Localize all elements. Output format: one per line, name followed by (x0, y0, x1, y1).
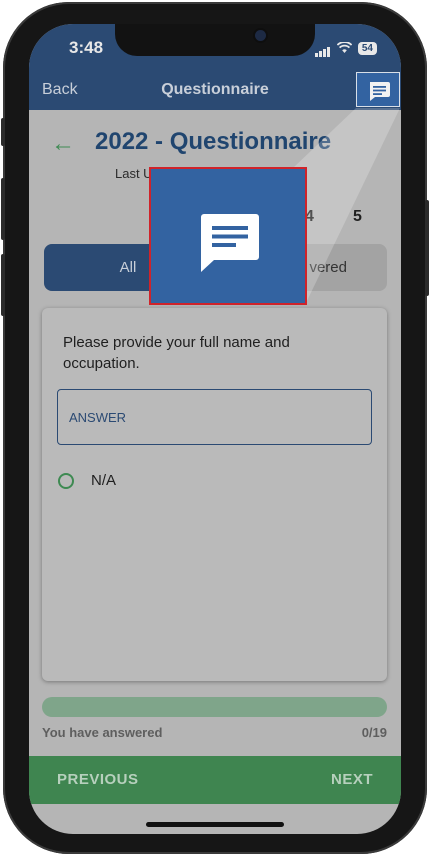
na-option[interactable]: N/A (58, 472, 116, 489)
next-button[interactable]: NEXT (331, 771, 373, 788)
tab-answered[interactable]: vered (309, 244, 347, 291)
notch (115, 24, 315, 56)
volume-down-button (1, 254, 5, 316)
progress-count: 0/19 (361, 725, 387, 740)
progress-bar (42, 697, 387, 717)
question-text: Please provide your full name and occupa… (63, 334, 290, 372)
status-time: 3:48 (69, 38, 104, 57)
last-updated-start: Last U (115, 166, 153, 181)
battery-icon: 54 (357, 41, 377, 55)
home-indicator (146, 822, 284, 827)
volume-up-button (1, 178, 5, 240)
front-camera (255, 30, 266, 41)
na-label: N/A (91, 472, 117, 489)
arrow-left-icon[interactable]: ← (51, 132, 75, 156)
chat-bubble-icon (201, 214, 259, 272)
progress-label: You have answered (42, 725, 163, 740)
status-icons: 54 (314, 39, 377, 57)
power-button (425, 200, 429, 296)
nav-bar: Back Questionnaire (29, 72, 401, 110)
nav-title: Questionnaire (161, 81, 269, 98)
chat-icon-callout (149, 167, 307, 305)
step-number[interactable]: 5 (353, 208, 362, 226)
footer-bar: PREVIOUS NEXT (29, 756, 401, 804)
chat-bubble-icon (370, 82, 390, 101)
app-screen: 3:48 54 Back Questionnaire ← 2022 - Ques… (29, 24, 401, 834)
question-card: Please provide your full name and occupa… (42, 308, 387, 681)
previous-button[interactable]: PREVIOUS (57, 771, 139, 788)
wifi-icon (336, 42, 352, 53)
mute-switch (1, 118, 5, 146)
signal-icon (314, 39, 331, 57)
chat-button[interactable] (356, 72, 400, 107)
page-title: 2022 - Questionnaire (95, 128, 332, 155)
answer-input[interactable] (57, 389, 372, 445)
na-radio[interactable] (58, 472, 74, 489)
